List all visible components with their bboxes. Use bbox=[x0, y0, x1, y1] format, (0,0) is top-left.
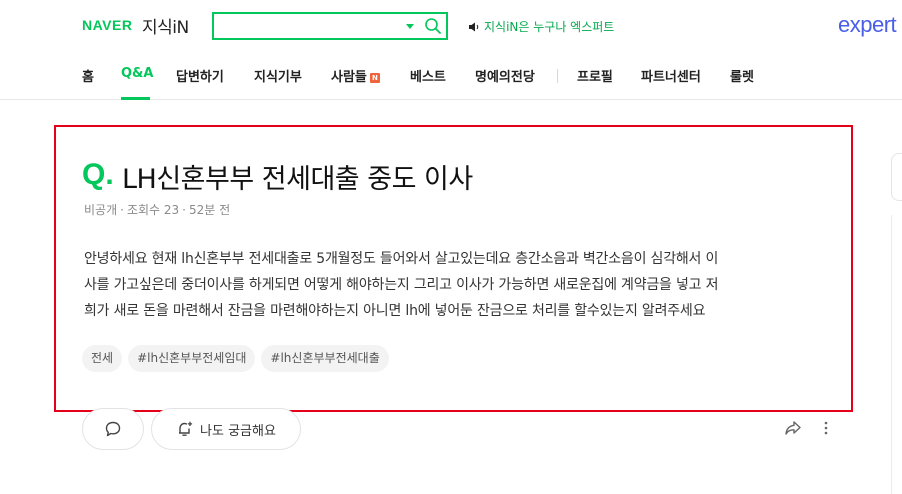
comment-button[interactable] bbox=[82, 408, 144, 450]
nav-people-label: 사람들 bbox=[331, 70, 367, 85]
jisikin-logo[interactable]: 지식iN bbox=[142, 13, 189, 38]
body-line: 안녕하세요 현재 lh신혼부부 전세대출로 5개월정도 들어와서 살고있는데요 … bbox=[84, 251, 719, 267]
tag-list: 전세 #lh신혼부부전세임대 #lh신혼부부전세대출 bbox=[82, 345, 389, 372]
search-box bbox=[212, 12, 448, 40]
main-nav: 홈 Q&A 답변하기 지식기부 사람들 N 베스트 명예의전당 프로필 파트너센터… bbox=[0, 52, 902, 100]
expert-notice-link[interactable]: 지식iN은 누구나 엑스퍼트 bbox=[468, 18, 614, 35]
nav-donate[interactable]: 지식기부 bbox=[254, 66, 302, 85]
nav-roulette[interactable]: 룰렛 bbox=[730, 66, 754, 85]
nav-hall-of-fame[interactable]: 명예의전당 bbox=[475, 66, 535, 85]
speaker-icon bbox=[469, 22, 479, 31]
search-icon[interactable] bbox=[424, 17, 442, 35]
question-meta: 비공개 · 조회수 23 · 52분 전 bbox=[84, 203, 231, 217]
expert-logo[interactable]: expert bbox=[838, 12, 897, 38]
question-panel: Q. LH신혼부부 전세대출 중도 이사 비공개 · 조회수 23 · 52분 전 안녕… bbox=[54, 125, 853, 412]
tag-item[interactable]: #lh신혼부부전세대출 bbox=[261, 345, 389, 372]
question-mark: Q. bbox=[82, 158, 114, 191]
nav-best[interactable]: 베스트 bbox=[410, 66, 446, 85]
tag-item[interactable]: 전세 bbox=[82, 345, 123, 372]
nav-people[interactable]: 사람들 N bbox=[331, 66, 380, 85]
top-header: NAVER 지식iN 지식iN은 누구나 엑스퍼트 expert bbox=[0, 0, 902, 52]
bell-plus-icon bbox=[179, 421, 193, 436]
expert-notice-text: 지식iN은 누구나 엑스퍼트 bbox=[484, 20, 615, 34]
search-input[interactable] bbox=[218, 16, 398, 36]
view-count: 조회수 23 bbox=[126, 203, 180, 217]
question-title: LH신혼부부 전세대출 중도 이사 bbox=[122, 164, 473, 195]
author: 비공개 bbox=[84, 203, 118, 217]
share-icon[interactable] bbox=[783, 418, 803, 438]
nav-profile[interactable]: 프로필 bbox=[577, 66, 613, 85]
nav-home[interactable]: 홈 bbox=[82, 66, 94, 85]
side-floating-panel[interactable] bbox=[891, 153, 902, 201]
more-vertical-icon[interactable] bbox=[822, 420, 830, 436]
me-too-curious-label: 나도 궁금해요 bbox=[200, 423, 276, 439]
naver-logo[interactable]: NAVER bbox=[82, 17, 132, 33]
nav-qna[interactable]: Q&A bbox=[121, 66, 153, 81]
body-line: 사를 가고싶은데 중더이사를 하게되면 어떻게 해야하는지 그리고 이사가 가능… bbox=[84, 277, 719, 293]
body-line: 희가 새로 돈을 마련해서 잔금을 마련해야하는지 아니면 lh에 넣어둔 잔금… bbox=[84, 303, 706, 319]
nav-partner-center[interactable]: 파트너센터 bbox=[641, 66, 701, 85]
comment-icon bbox=[105, 421, 121, 437]
new-badge: N bbox=[369, 73, 380, 83]
nav-active-indicator bbox=[121, 97, 150, 100]
tag-item[interactable]: #lh신혼부부전세임대 bbox=[128, 345, 256, 372]
side-divider bbox=[891, 215, 892, 494]
post-time: 52분 전 bbox=[189, 203, 231, 217]
me-too-curious-button[interactable]: 나도 궁금해요 bbox=[151, 408, 301, 450]
nav-divider bbox=[557, 69, 558, 83]
nav-answer[interactable]: 답변하기 bbox=[176, 66, 224, 85]
search-dropdown-caret-icon[interactable] bbox=[406, 24, 414, 29]
question-body: 안녕하세요 현재 lh신혼부부 전세대출로 5개월정도 들어와서 살고있는데요 … bbox=[84, 246, 829, 324]
